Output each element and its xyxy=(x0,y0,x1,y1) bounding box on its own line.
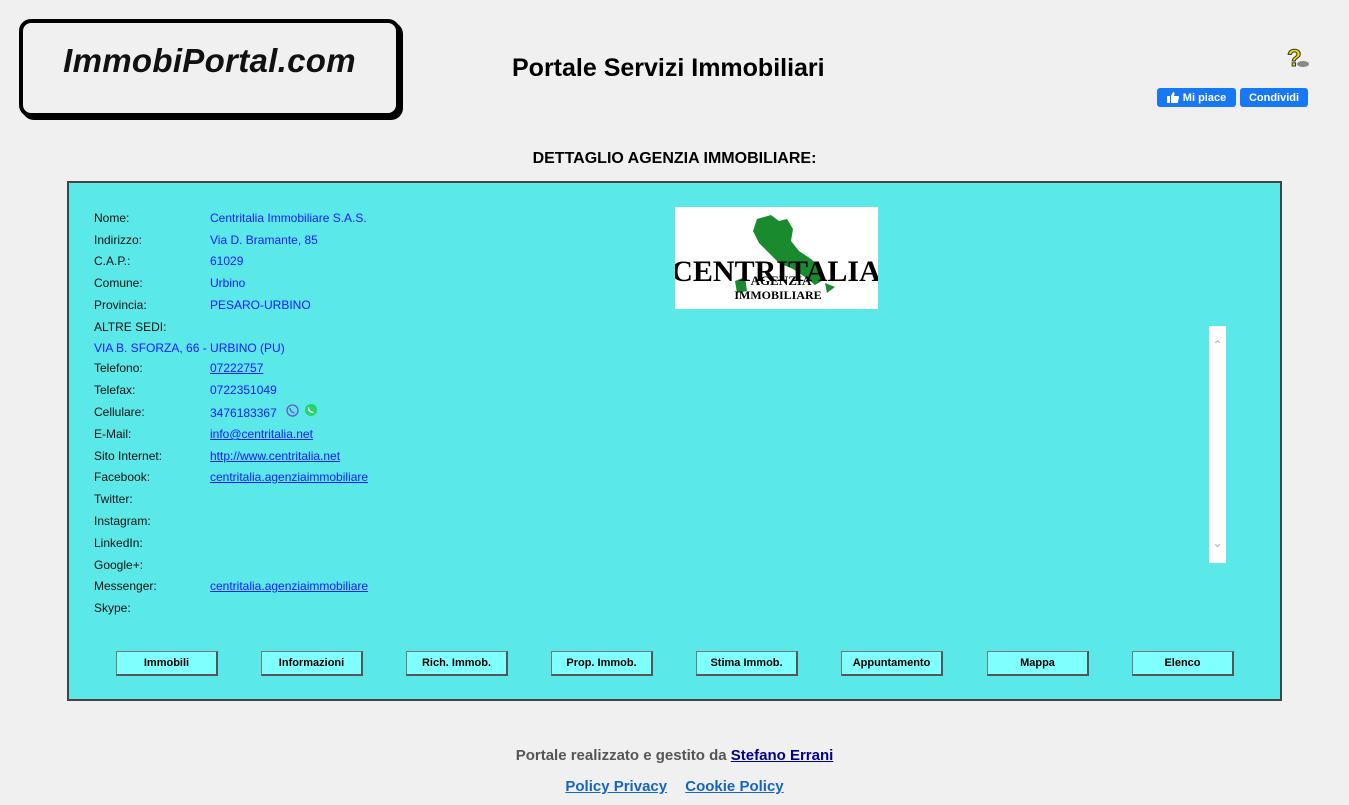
cookie-policy-link[interactable]: Cookie Policy xyxy=(685,778,783,795)
altre-sedi-address: VIA B. SFORZA, 66 - URBINO (PU) xyxy=(94,341,285,355)
info-label: Instagram: xyxy=(94,514,151,528)
agency-logo-sub1: AGENZIA xyxy=(751,273,812,288)
info-value: Urbino xyxy=(210,276,246,290)
agency-logo-sub2: IMMOBILIARE xyxy=(734,288,821,302)
info-label: Facebook: xyxy=(94,470,151,484)
info-label: Sito Internet: xyxy=(94,449,163,463)
viber-icon[interactable] xyxy=(286,403,299,422)
email-link[interactable]: info@centritalia.net xyxy=(210,425,313,443)
chevron-down-icon[interactable]: ⌄ xyxy=(1209,534,1226,551)
facebook-like-button[interactable]: Mi piace xyxy=(1157,88,1236,107)
info-value: Via D. Bramante, 85 xyxy=(210,233,318,247)
svg-text:?: ? xyxy=(1287,45,1302,72)
agency-logo: CENTRITALIA AGENZIA IMMOBILIARE xyxy=(675,207,878,309)
thumbs-up-icon xyxy=(1166,92,1179,103)
info-label: LinkedIn: xyxy=(94,536,143,550)
elenco-button[interactable]: Elenco xyxy=(1132,651,1234,676)
footer-credit-prefix: Portale realizzato e gestito da xyxy=(515,747,727,764)
info-value: Centritalia Immobiliare S.A.S. xyxy=(210,211,367,225)
phone-link[interactable]: 07222757 xyxy=(210,359,263,377)
facebook-like-label: Mi piace xyxy=(1182,91,1227,104)
facebook-share-label: Condividi xyxy=(1248,91,1300,104)
info-label: Cellulare: xyxy=(94,405,145,419)
info-label: C.A.P.: xyxy=(94,254,131,268)
mappa-button[interactable]: Mappa xyxy=(987,651,1089,676)
question-mark-icon[interactable]: ? xyxy=(1285,44,1311,72)
mobile-number: 3476183367 xyxy=(210,405,277,420)
proposte-immobili-button[interactable]: Prop. Immob. xyxy=(551,651,653,676)
section-title: DETTAGLIO AGENZIA IMMOBILIARE: xyxy=(532,150,817,167)
info-label: ALTRE SEDI: xyxy=(94,320,167,334)
info-label: Comune: xyxy=(94,276,143,290)
immobili-button[interactable]: Immobili xyxy=(116,651,218,676)
facebook-link[interactable]: centritalia.agenziaimmobiliare xyxy=(210,468,368,486)
informazioni-button[interactable]: Informazioni xyxy=(261,651,363,676)
appuntamento-button[interactable]: Appuntamento xyxy=(841,651,943,676)
info-label: E-Mail: xyxy=(94,427,132,441)
footer-links: Policy Privacy Cookie Policy xyxy=(0,778,1349,795)
privacy-policy-link[interactable]: Policy Privacy xyxy=(565,778,667,795)
site-logo[interactable]: ImmobiPortal.com xyxy=(19,19,400,117)
info-label: Twitter: xyxy=(94,492,133,506)
info-value: PESARO-URBINO xyxy=(210,298,311,312)
info-label: Telefax: xyxy=(94,383,136,397)
info-label: Nome: xyxy=(94,211,130,225)
info-label: Google+: xyxy=(94,558,144,572)
info-label: Provincia: xyxy=(94,298,147,312)
footer-credit: Portale realizzato e gestito da Stefano … xyxy=(0,747,1349,764)
facebook-share-button[interactable]: Condividi xyxy=(1240,88,1308,107)
scroll-panel[interactable]: ⌃ ⌄ xyxy=(1209,326,1226,563)
info-value: 61029 xyxy=(210,254,244,268)
info-value: 0722351049 xyxy=(210,383,277,397)
whatsapp-icon[interactable] xyxy=(304,403,318,422)
website-link[interactable]: http://www.centritalia.net xyxy=(210,447,340,465)
page-title: Portale Servizi Immobiliari xyxy=(512,54,825,82)
site-logo-text: ImmobiPortal.com xyxy=(63,42,356,79)
richieste-immobili-button[interactable]: Rich. Immob. xyxy=(406,651,508,676)
author-link[interactable]: Stefano Errani xyxy=(731,747,834,764)
chevron-up-icon[interactable]: ⌃ xyxy=(1209,336,1226,353)
info-label: Telefono: xyxy=(94,361,143,375)
info-label: Messenger: xyxy=(94,579,157,593)
messenger-link[interactable]: centritalia.agenziaimmobiliare xyxy=(210,577,368,595)
info-label: Indirizzo: xyxy=(94,233,143,247)
info-label: Skype: xyxy=(94,601,131,615)
stima-immobili-button[interactable]: Stima Immob. xyxy=(696,651,798,676)
agency-detail-panel: Nome: Centritalia Immobiliare S.A.S. Ind… xyxy=(67,181,1282,701)
